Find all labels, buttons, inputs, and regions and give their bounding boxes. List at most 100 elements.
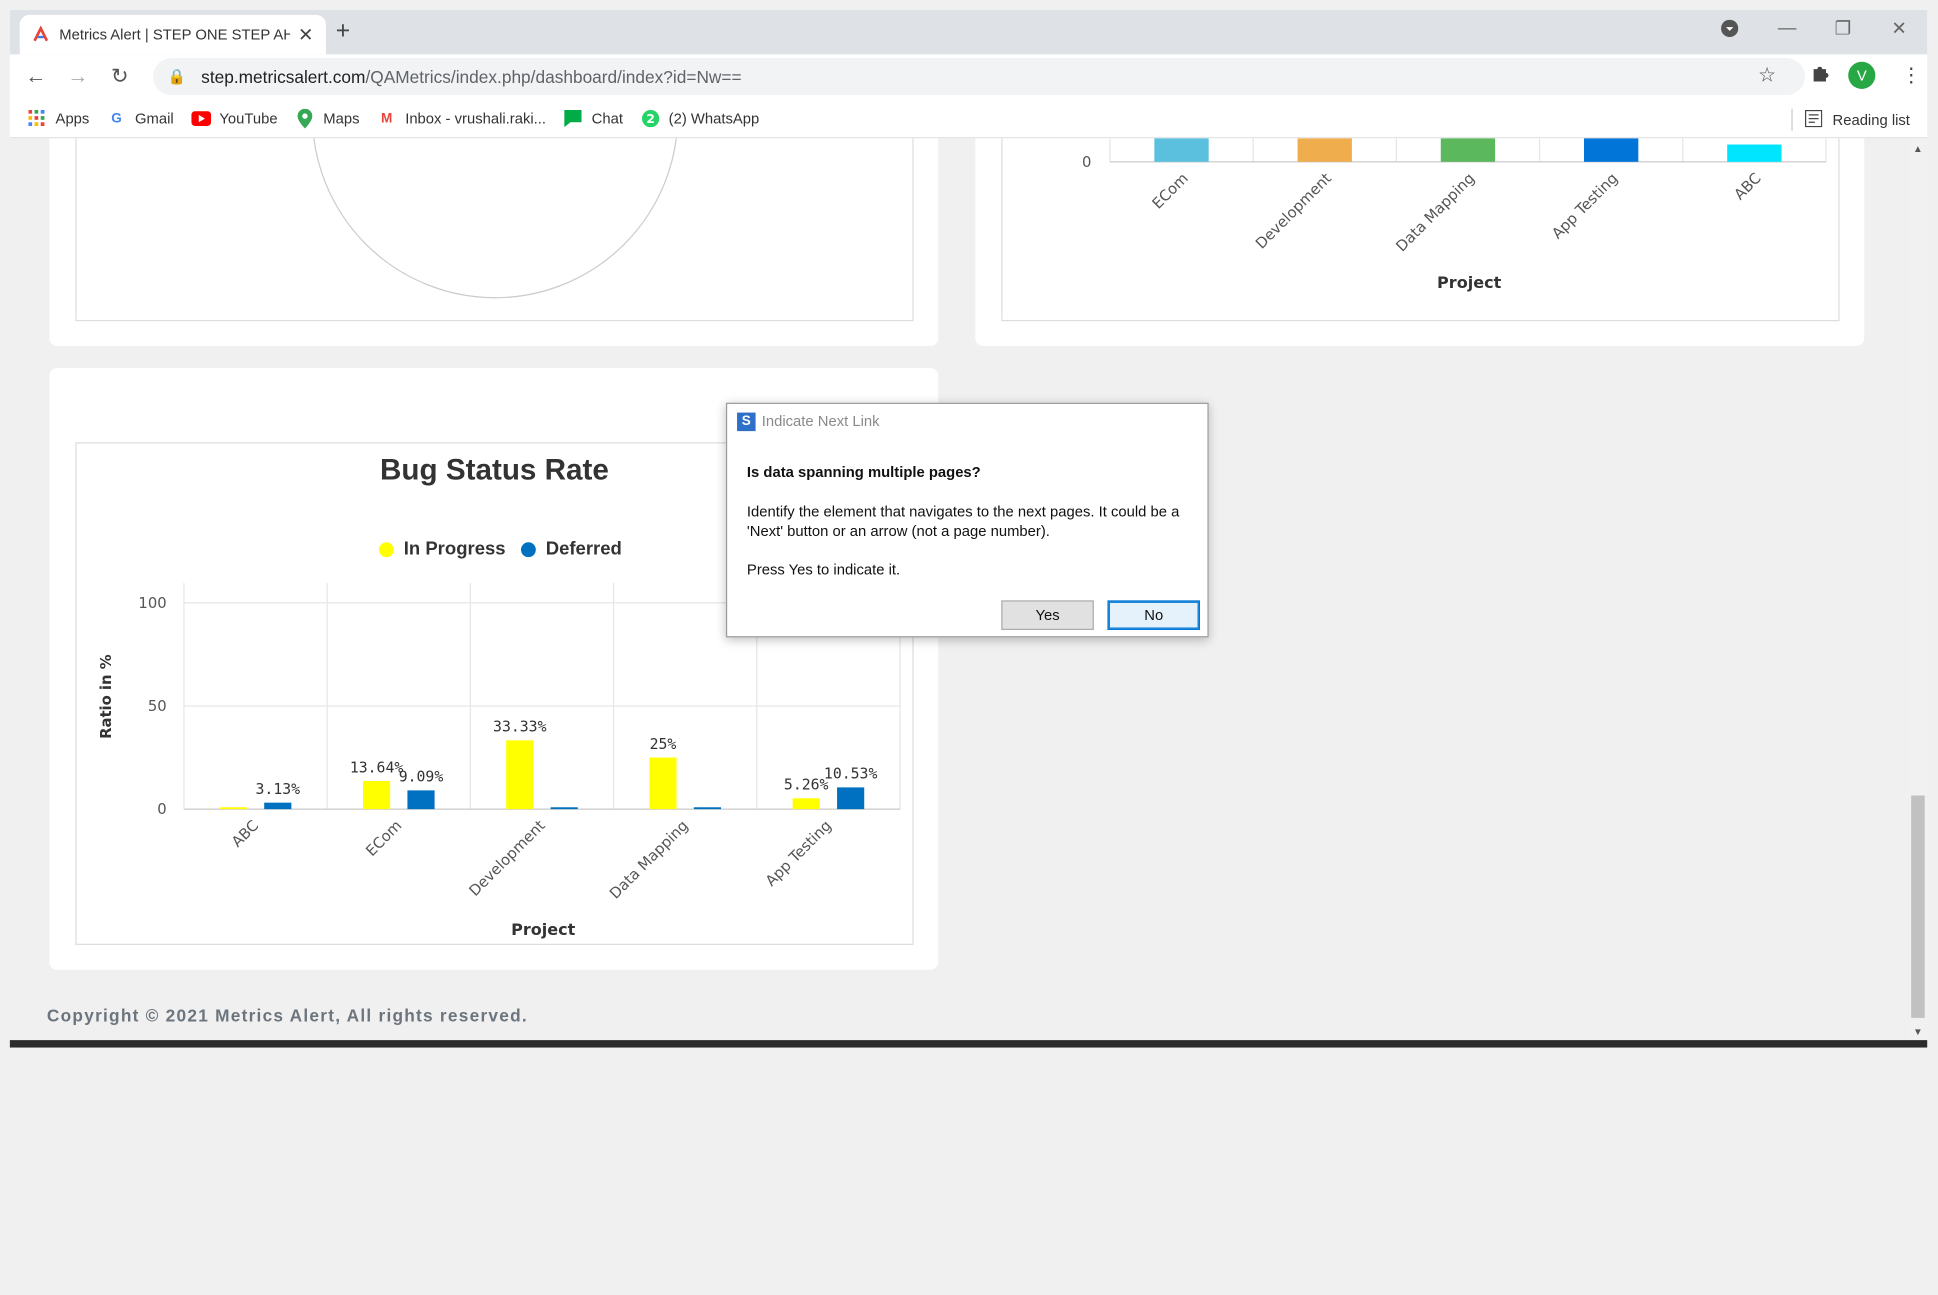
- bookmarks-bar: Apps G Gmail YouTube Maps M Inbox - vrus…: [9, 99, 1928, 139]
- bookmark-chat[interactable]: Chat: [563, 108, 623, 128]
- browser-window: Metrics Alert | STEP ONE STEP AH ✕ + — ❐…: [9, 9, 1928, 139]
- minimize-icon[interactable]: —: [1778, 17, 1797, 38]
- x-tick-label: Data Mapping: [607, 817, 692, 902]
- x-tick-label: Data Mapping: [1393, 170, 1478, 255]
- browser-tab[interactable]: Metrics Alert | STEP ONE STEP AH ✕: [19, 14, 326, 55]
- x-axis-title: Project: [511, 920, 576, 939]
- bookmark-maps[interactable]: Maps: [295, 108, 360, 128]
- reading-list-icon: [1805, 109, 1823, 130]
- bar-in-progress: [506, 740, 534, 810]
- project-bar-chart-frame: 0 ECom Development Data Mapping App Testing A…: [1001, 138, 1840, 322]
- data-label: 13.64%: [350, 759, 404, 776]
- dialog-prompt: Press Yes to indicate it.: [746, 560, 901, 579]
- tab-search-icon[interactable]: [1721, 19, 1739, 42]
- new-tab-icon[interactable]: +: [336, 17, 350, 45]
- reading-list-button[interactable]: Reading list: [1791, 108, 1910, 131]
- taskbar: [9, 1040, 1928, 1048]
- metrics-alert-favicon-icon: [33, 25, 49, 42]
- bookmark-label: Apps: [55, 109, 90, 127]
- project-bar: [1583, 138, 1639, 162]
- profile-avatar[interactable]: V: [1848, 61, 1876, 89]
- bar-in-progress: [219, 807, 247, 810]
- data-label: 3.13%: [256, 781, 301, 798]
- scroll-down-icon[interactable]: ▼: [1909, 1027, 1928, 1038]
- y-tick-label: 100: [138, 595, 166, 612]
- dialog-title: Indicate Next Link: [761, 412, 880, 430]
- project-bar: [1727, 144, 1782, 162]
- bookmark-label: YouTube: [219, 109, 278, 127]
- chat-icon: [563, 108, 583, 128]
- pie-chart-card: [49, 138, 939, 346]
- data-label: 10.53%: [824, 766, 878, 783]
- data-label: 33.33%: [493, 719, 547, 736]
- browser-toolbar: ← → ↻ 🔒 step.metricsalert.com/QAMetrics/…: [10, 54, 1927, 98]
- app-logo-icon: S: [737, 411, 756, 431]
- scroll-up-icon[interactable]: ▲: [1909, 143, 1928, 154]
- dialog-titlebar: S Indicate Next Link: [727, 404, 1207, 439]
- dialog-body: Identify the element that navigates to t…: [746, 502, 1180, 540]
- reading-list-label: Reading list: [1832, 111, 1910, 129]
- close-tab-icon[interactable]: ✕: [298, 23, 314, 46]
- bookmark-inbox[interactable]: M Inbox - vrushali.raki...: [377, 108, 546, 128]
- bookmark-star-icon[interactable]: ☆: [1758, 63, 1776, 88]
- project-bar-chart: 0 ECom Development Data Mapping App Testing A…: [1082, 138, 1827, 292]
- x-axis-title: Project: [1437, 273, 1502, 292]
- bar-deferred: [837, 787, 865, 810]
- reload-icon[interactable]: ↻: [99, 64, 141, 89]
- back-icon[interactable]: ←: [15, 64, 57, 89]
- yes-button[interactable]: Yes: [1001, 600, 1094, 631]
- bar-deferred: [264, 802, 292, 810]
- dialog-heading: Is data spanning multiple pages?: [746, 463, 981, 481]
- project-bar: [1297, 138, 1352, 162]
- bookmark-whatsapp[interactable]: 2 (2) WhatsApp: [640, 108, 759, 128]
- pie-chart: [313, 138, 677, 299]
- address-bar[interactable]: 🔒 step.metricsalert.com/QAMetrics/index.…: [153, 58, 1805, 96]
- bookmark-label: Inbox - vrushali.raki...: [405, 109, 547, 127]
- bar-deferred: [407, 790, 435, 810]
- bookmark-apps[interactable]: Apps: [27, 108, 89, 128]
- x-tick-label: ECom: [363, 817, 406, 860]
- gmail-icon: M: [381, 110, 393, 126]
- y-tick-label: 0: [157, 801, 166, 818]
- forward-icon[interactable]: →: [57, 64, 99, 89]
- close-window-icon[interactable]: ✕: [1891, 17, 1907, 40]
- no-button[interactable]: No: [1107, 600, 1201, 631]
- project-bar: [1154, 138, 1209, 162]
- page-scrollbar[interactable]: ▲ ▼: [1908, 138, 1928, 1041]
- x-tick-label: App Testing: [1549, 170, 1622, 243]
- bookmark-label: Chat: [591, 109, 623, 127]
- menu-kebab-icon[interactable]: ⋮: [1901, 63, 1921, 88]
- pie-chart-frame: [75, 138, 914, 322]
- bookmark-youtube[interactable]: YouTube: [190, 108, 278, 128]
- y-axis-title: Ratio in %: [98, 654, 115, 739]
- apps-grid-icon: [27, 108, 47, 128]
- data-label: 25%: [650, 736, 677, 753]
- lock-icon: 🔒: [167, 67, 187, 86]
- bookmark-gmail[interactable]: G Gmail: [107, 108, 174, 128]
- google-icon: G: [111, 110, 122, 126]
- maps-pin-icon: [295, 108, 315, 128]
- extensions-icon[interactable]: [1810, 63, 1830, 89]
- bar-deferred: [693, 807, 722, 810]
- restore-icon[interactable]: ❐: [1835, 17, 1852, 40]
- bookmark-label: (2) WhatsApp: [668, 109, 760, 127]
- bar-in-progress: [362, 780, 391, 810]
- footer-copyright: Copyright © 2021 Metrics Alert, All righ…: [46, 1005, 528, 1026]
- x-tick-label: Development: [466, 817, 549, 900]
- bar-deferred: [550, 807, 578, 810]
- data-label: 9.09%: [399, 769, 444, 786]
- data-label: 5.26%: [784, 777, 829, 794]
- url-text: step.metricsalert.com/QAMetrics/index.ph…: [201, 66, 742, 87]
- y-tick-label: 0: [1082, 154, 1091, 171]
- indicate-next-link-dialog: S Indicate Next Link Is data spanning mu…: [725, 402, 1209, 638]
- svg-text:2: 2: [646, 111, 655, 125]
- bookmark-label: Maps: [323, 109, 360, 127]
- tab-strip: Metrics Alert | STEP ONE STEP AH ✕ + — ❐…: [9, 9, 1928, 55]
- youtube-icon: [190, 108, 211, 128]
- bookmark-label: Gmail: [135, 109, 174, 127]
- x-tick-label: Development: [1253, 170, 1336, 253]
- x-tick-label: App Testing: [762, 817, 835, 890]
- whatsapp-icon: 2: [640, 108, 660, 128]
- pie-outline: [313, 138, 677, 299]
- scrollbar-thumb[interactable]: [1911, 795, 1925, 1018]
